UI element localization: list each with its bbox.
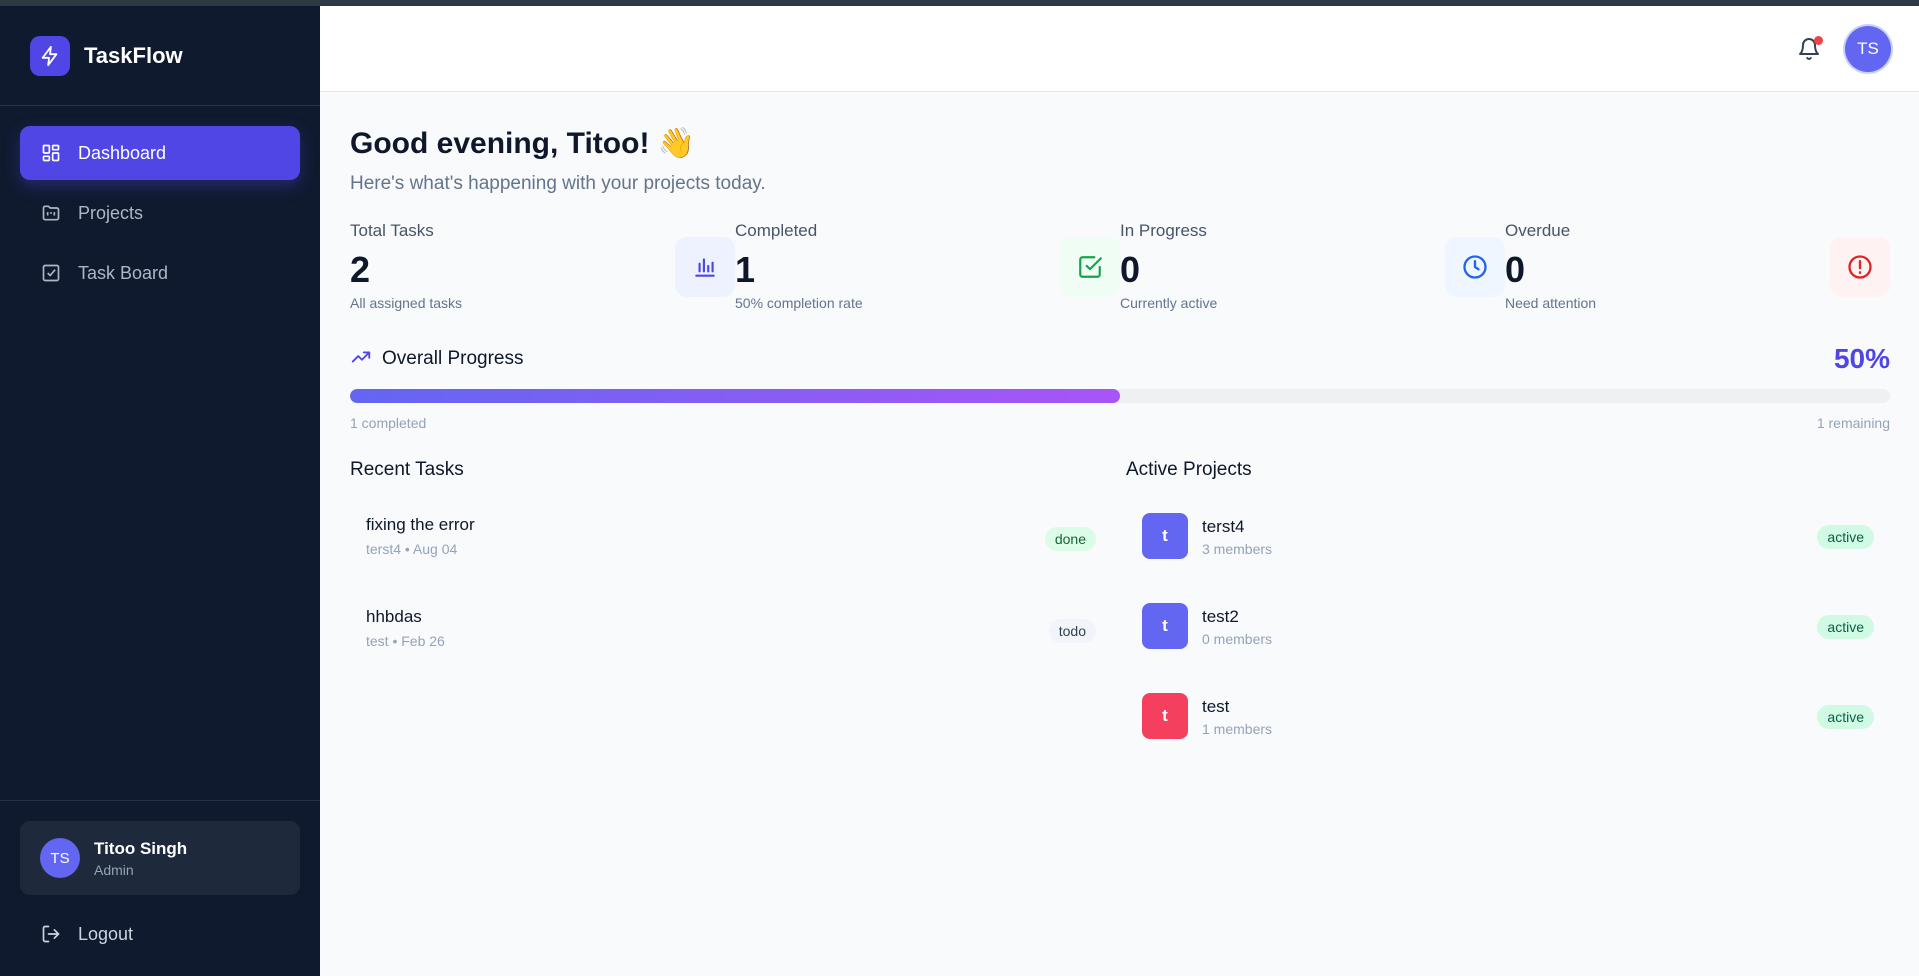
check-square-icon [1060, 237, 1120, 297]
project-name: test2 [1202, 607, 1239, 626]
page-subtitle: Here's what's happening with your projec… [350, 173, 766, 194]
progress-percent: 50% [1833, 343, 1890, 374]
project-avatar: t [1142, 513, 1188, 559]
status-badge: active [1817, 615, 1874, 639]
project-members: 1 members [1202, 721, 1273, 737]
lists-row: Recent Tasks fixing the error terst4 • A… [350, 459, 1890, 763]
stat-label: Completed [735, 221, 818, 240]
notification-dot [1814, 36, 1823, 45]
overall-progress: Overall Progress 50% 1 completed 1 remai… [350, 341, 1890, 431]
avatar: TS [40, 838, 80, 878]
bar-chart-icon [675, 237, 735, 297]
list-item[interactable]: t test2 0 members active [1126, 583, 1890, 673]
stat-card-in-progress: In Progress 0 Currently active [1120, 221, 1505, 321]
stat-sub: All assigned tasks [350, 295, 463, 311]
header-avatar[interactable]: TS [1845, 26, 1891, 72]
stat-label: Overdue [1505, 221, 1571, 240]
progress-bar-fill [350, 389, 1120, 403]
top-header: TS [320, 6, 1919, 92]
sidebar-item-projects[interactable]: Projects [20, 186, 300, 240]
sidebar: TaskFlow Dashboard Projects Task Board T… [0, 6, 320, 976]
sidebar-footer: TS Titoo Singh Admin Logout [0, 800, 320, 976]
stat-label: In Progress [1120, 221, 1207, 240]
task-board-icon [40, 262, 62, 284]
clock-icon [1445, 237, 1505, 297]
list-item[interactable]: fixing the error terst4 • Aug 04 done [350, 495, 1096, 587]
alert-circle-icon [1830, 237, 1890, 297]
trending-up-icon [350, 346, 372, 373]
stat-sub: 50% completion rate [735, 295, 863, 311]
list-item[interactable]: hhbdas test • Feb 26 todo [350, 587, 1096, 679]
project-members: 3 members [1202, 541, 1273, 557]
page-title: Good evening, Titoo! 👋 [350, 127, 696, 160]
lightning-icon [30, 35, 70, 76]
progress-remaining: 1 remaining [1816, 415, 1890, 431]
status-badge: active [1817, 525, 1874, 549]
projects-icon [40, 202, 62, 224]
status-badge: done [1044, 527, 1096, 551]
project-avatar: t [1142, 693, 1188, 739]
stat-card-completed: Completed 1 50% completion rate [735, 221, 1120, 321]
logout-icon [40, 923, 62, 945]
status-badge: todo [1048, 619, 1096, 643]
app-name: TaskFlow [84, 42, 183, 68]
active-projects-panel: Active Projects t terst4 3 members activ… [1126, 459, 1890, 763]
active-projects-title: Active Projects [1126, 459, 1252, 480]
list-item[interactable]: t terst4 3 members active [1126, 493, 1890, 583]
sidebar-item-dashboard[interactable]: Dashboard [20, 126, 300, 180]
user-name: Titoo Singh [94, 838, 188, 858]
sidebar-nav: Dashboard Projects Task Board [0, 106, 320, 300]
project-members: 0 members [1202, 631, 1273, 647]
main-content: Good evening, Titoo! 👋 Here's what's hap… [350, 92, 1890, 763]
recent-tasks-title: Recent Tasks [350, 459, 464, 480]
project-name: test [1202, 697, 1230, 716]
stats-row: Total Tasks 2 All assigned tasks Complet… [350, 221, 1890, 321]
stat-sub: Need attention [1505, 295, 1597, 311]
dashboard-icon [40, 142, 62, 164]
logout-button[interactable]: Logout [20, 907, 300, 961]
bell-icon [1797, 38, 1821, 66]
sidebar-item-label: Task Board [78, 262, 169, 283]
notifications-button[interactable] [1797, 36, 1823, 64]
user-role: Admin [94, 861, 134, 878]
brand[interactable]: TaskFlow [0, 6, 320, 106]
recent-tasks-panel: Recent Tasks fixing the error terst4 • A… [350, 459, 1096, 763]
task-title: hhbdas [366, 607, 422, 626]
sidebar-item-label: Projects [78, 202, 144, 223]
logout-label: Logout [78, 923, 134, 944]
task-meta: test • Feb 26 [366, 633, 445, 649]
progress-completed: 1 completed [350, 415, 427, 431]
window-top-strip [0, 0, 1919, 6]
project-name: terst4 [1202, 517, 1245, 536]
stat-label: Total Tasks [350, 221, 434, 240]
sidebar-item-task-board[interactable]: Task Board [20, 246, 300, 300]
task-meta: terst4 • Aug 04 [366, 541, 458, 557]
progress-bar [350, 389, 1890, 403]
sidebar-item-label: Dashboard [78, 142, 167, 163]
status-badge: active [1817, 705, 1874, 729]
stat-card-total-tasks: Total Tasks 2 All assigned tasks [350, 221, 735, 321]
list-item[interactable]: t test 1 members active [1126, 673, 1890, 763]
progress-title: Overall Progress [382, 348, 524, 369]
task-title: fixing the error [366, 515, 475, 534]
stat-sub: Currently active [1120, 295, 1218, 311]
project-avatar: t [1142, 603, 1188, 649]
user-card[interactable]: TS Titoo Singh Admin [20, 821, 300, 895]
stat-card-overdue: Overdue 0 Need attention [1505, 221, 1890, 321]
